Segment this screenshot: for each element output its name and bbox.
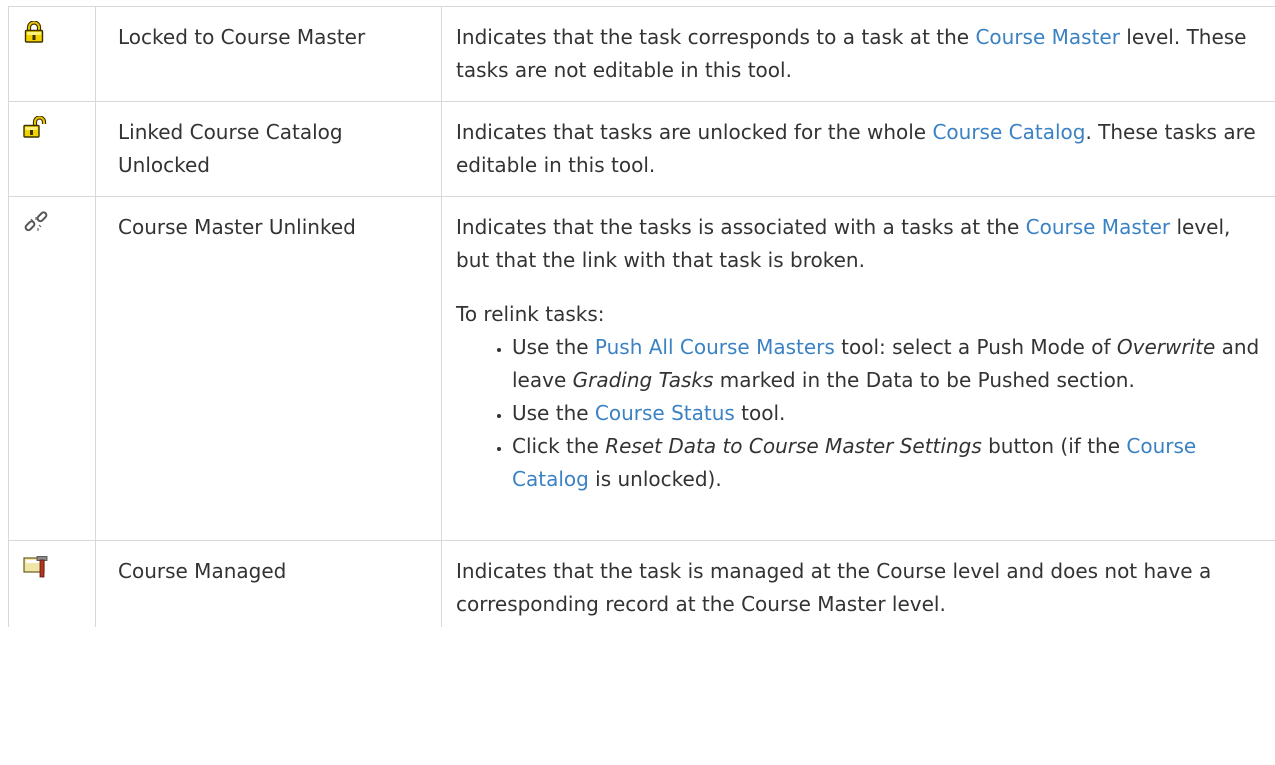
course-managed-icon xyxy=(23,555,95,579)
list-item: Click the Reset Data to Course Master Se… xyxy=(512,430,1265,496)
icon-name: Linked Course Catalog Unlocked xyxy=(95,101,442,197)
icon-cell xyxy=(8,101,96,197)
list-item: Use the Push All Course Masters tool: se… xyxy=(512,331,1265,397)
table-row: Course Managed Indicates that the task i… xyxy=(8,540,1275,627)
table-row: Course Master Unlinked Indicates that th… xyxy=(8,196,1275,541)
description-text: Indicates that tasks are unlocked for th… xyxy=(456,120,933,144)
course-catalog-link[interactable]: Course Catalog xyxy=(932,120,1085,144)
relink-steps-list: Use the Push All Course Masters tool: se… xyxy=(456,331,1265,496)
icon-name: Course Managed xyxy=(95,540,442,627)
description-text: Indicates that the task is managed at th… xyxy=(456,559,1212,616)
icon-legend-table: Locked to Course Master Indicates that t… xyxy=(8,6,1275,627)
list-text: Use the xyxy=(512,401,595,425)
broken-link-icon xyxy=(23,211,95,235)
list-text: marked in the Data to be Pushed section. xyxy=(713,368,1135,392)
push-all-course-masters-link[interactable]: Push All Course Masters xyxy=(595,335,835,359)
icon-description: Indicates that the tasks is associated w… xyxy=(441,196,1275,541)
list-item: Use the Course Status tool. xyxy=(512,397,1265,430)
icon-name: Locked to Course Master xyxy=(95,6,442,102)
icon-cell xyxy=(8,196,96,541)
list-text: tool. xyxy=(734,401,786,425)
icon-description: Indicates that tasks are unlocked for th… xyxy=(441,101,1275,197)
icon-name: Course Master Unlinked xyxy=(95,196,442,541)
emphasis-text: Overwrite xyxy=(1116,335,1216,359)
description-text: Indicates that the task corresponds to a… xyxy=(456,25,976,49)
icon-cell xyxy=(8,540,96,627)
description-text: Indicates that the tasks is associated w… xyxy=(456,215,1026,239)
course-status-link[interactable]: Course Status xyxy=(595,401,735,425)
emphasis-text: Grading Tasks xyxy=(572,368,714,392)
icon-cell xyxy=(8,6,96,102)
icon-description: Indicates that the task corresponds to a… xyxy=(441,6,1275,102)
table-row: Linked Course Catalog Unlocked Indicates… xyxy=(8,101,1275,197)
list-text: Click the xyxy=(512,434,606,458)
list-text: is unlocked). xyxy=(588,467,722,491)
list-text: button (if the xyxy=(981,434,1127,458)
course-master-link[interactable]: Course Master xyxy=(1026,215,1170,239)
list-text: Use the xyxy=(512,335,595,359)
yellow-lock-icon xyxy=(23,21,95,43)
icon-description: Indicates that the task is managed at th… xyxy=(441,540,1275,627)
emphasis-text: Reset Data to Course Master Settings xyxy=(605,434,982,458)
course-master-link[interactable]: Course Master xyxy=(975,25,1119,49)
yellow-unlock-icon xyxy=(23,116,95,138)
list-text: tool: select a Push Mode of xyxy=(834,335,1117,359)
relink-intro: To relink tasks: xyxy=(456,302,605,326)
table-row: Locked to Course Master Indicates that t… xyxy=(8,6,1275,102)
